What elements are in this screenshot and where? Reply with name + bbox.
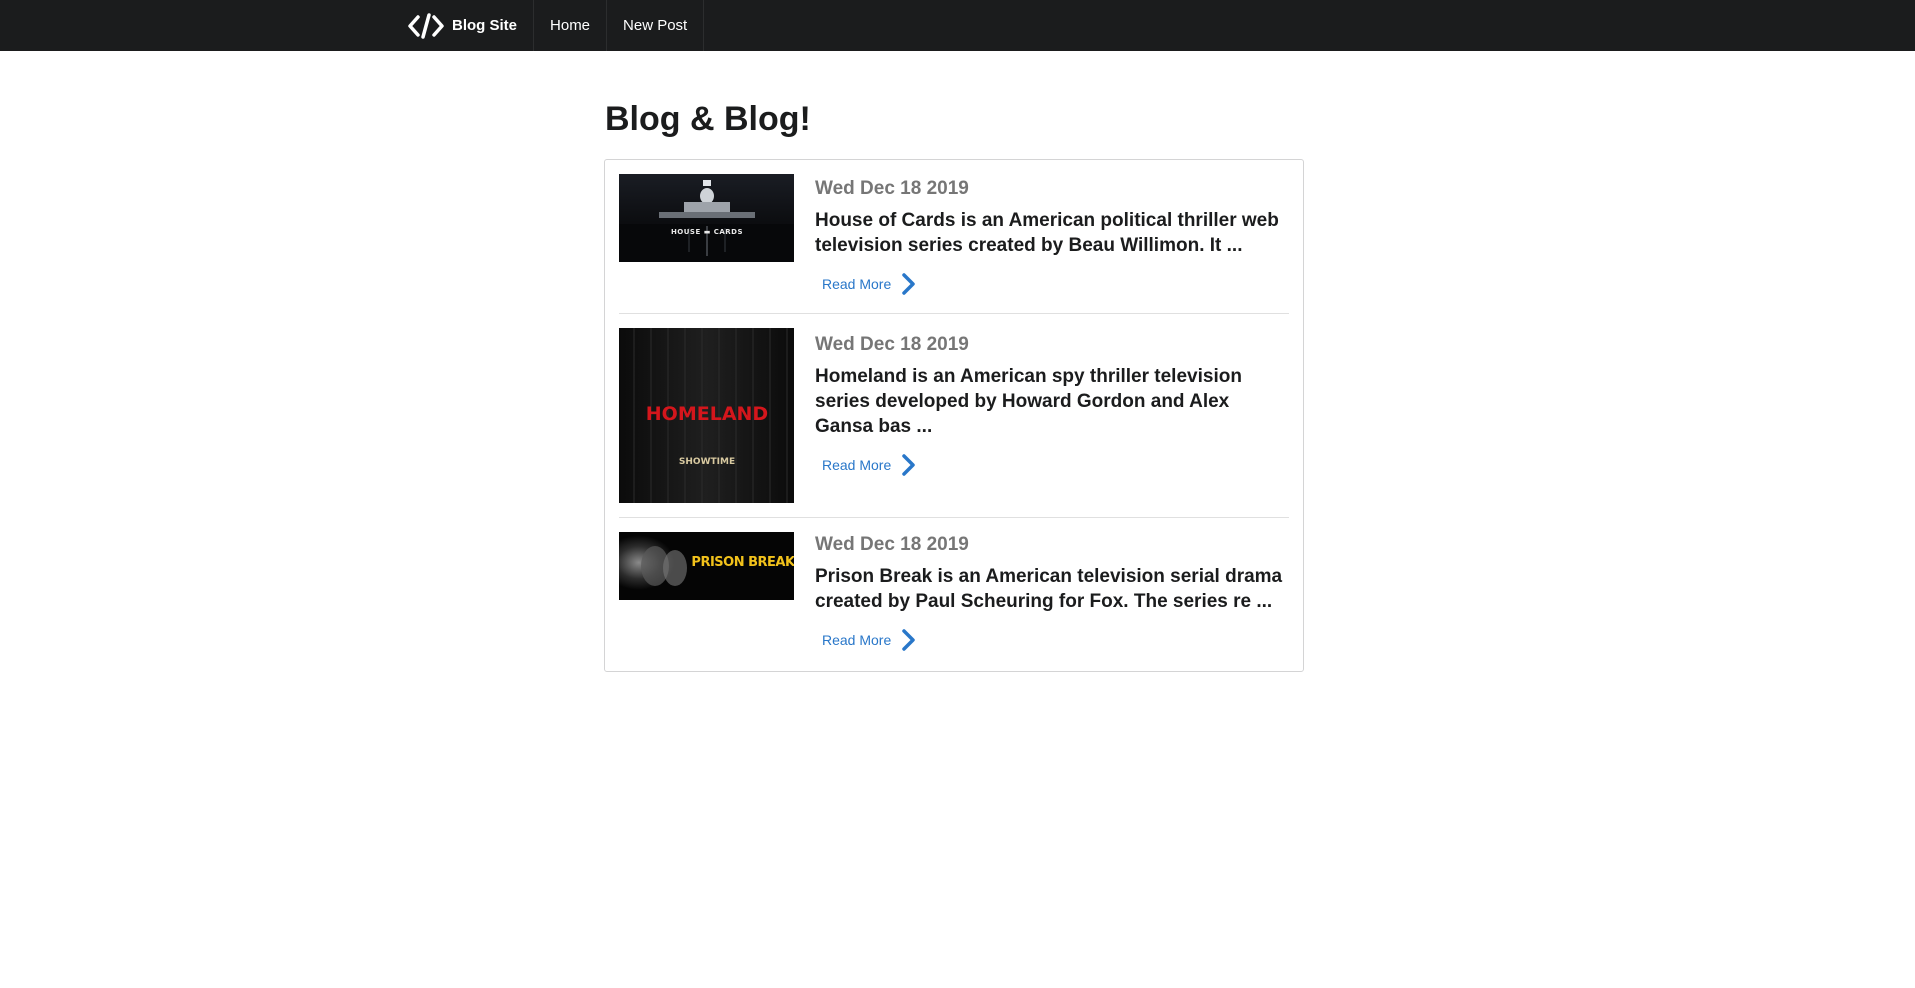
nav-home[interactable]: Home <box>534 0 608 51</box>
read-more-link[interactable]: Read More <box>822 272 917 296</box>
nav-new-post-label: New Post <box>623 17 688 34</box>
nav-home-label: Home <box>550 17 591 34</box>
read-more-link[interactable]: Read More <box>822 453 917 477</box>
thumbnail-title-text: HOUSE ▬ CARDS <box>671 228 743 236</box>
post-excerpt: Homeland is an American spy thriller tel… <box>815 366 1242 437</box>
post-excerpt: Prison Break is an American television s… <box>815 566 1283 612</box>
post-thumbnail[interactable]: PRISON BREAK <box>619 532 794 600</box>
thumbnail-title-text: PRISON BREAK <box>691 555 794 570</box>
thumbnail-title-text: HOMELAND <box>646 403 768 425</box>
post-content: Wed Dec 18 2019 Homeland is an American … <box>815 328 1289 477</box>
nav-new-post[interactable]: New Post <box>607 0 705 51</box>
post-date: Wed Dec 18 2019 <box>815 534 969 555</box>
brand-link[interactable]: Blog Site <box>393 0 535 51</box>
post-date: Wed Dec 18 2019 <box>815 334 969 355</box>
read-more-label: Read More <box>822 457 892 473</box>
chevron-right-icon <box>902 454 916 476</box>
post-date: Wed Dec 18 2019 <box>815 178 969 199</box>
chevron-right-icon <box>902 629 916 651</box>
top-navbar: Blog Site Home New Post <box>0 0 1915 51</box>
read-more-label: Read More <box>822 632 892 648</box>
chevron-right-icon <box>902 273 916 295</box>
code-icon <box>408 12 444 39</box>
read-more-link[interactable]: Read More <box>822 628 917 652</box>
thumbnail-network-text: SHOWTIME <box>679 457 735 467</box>
post-content: Wed Dec 18 2019 Prison Break is an Ameri… <box>815 532 1289 652</box>
page-title: Blog & Blog! <box>605 100 811 138</box>
post-excerpt: House of Cards is an American political … <box>815 210 1279 256</box>
brand-label: Blog Site <box>452 17 518 34</box>
post-thumbnail[interactable]: HOMELAND SHOWTIME <box>619 328 794 503</box>
read-more-label: Read More <box>822 276 892 292</box>
post-content: Wed Dec 18 2019 House of Cards is an Ame… <box>815 174 1289 296</box>
post-item: PRISON BREAK Wed Dec 18 2019 Prison Brea… <box>619 518 1289 671</box>
post-thumbnail[interactable]: HOUSE ▬ CARDS <box>619 174 794 262</box>
post-item: HOUSE ▬ CARDS Wed Dec 18 2019 House of C… <box>619 160 1289 314</box>
post-item: HOMELAND SHOWTIME Wed Dec 18 2019 Homela… <box>619 314 1289 518</box>
nav-menu: Blog Site Home New Post <box>393 0 705 51</box>
post-list: HOUSE ▬ CARDS Wed Dec 18 2019 House of C… <box>604 159 1304 672</box>
